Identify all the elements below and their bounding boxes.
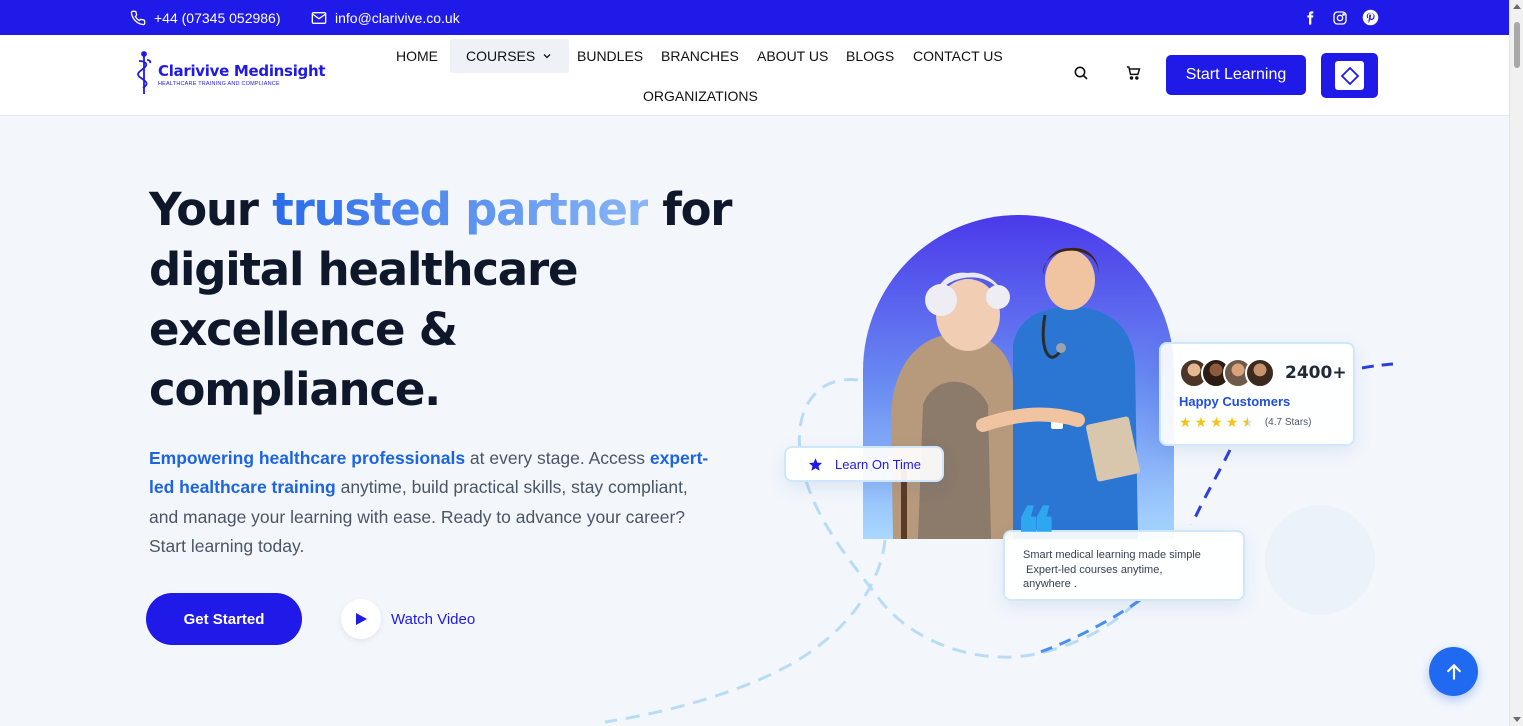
mail-icon <box>311 11 327 24</box>
menu-toggle-button[interactable] <box>1321 53 1378 98</box>
learn-on-time-badge: Learn On Time <box>784 446 944 482</box>
learn-on-time-label: Learn On Time <box>835 456 921 472</box>
nav-about-us[interactable]: ABOUT US <box>757 39 828 73</box>
play-icon <box>356 613 367 625</box>
rating-text: (4.7 Stars) <box>1264 416 1312 428</box>
scroll-up-arrow-icon[interactable] <box>1513 4 1521 9</box>
caduceus-logo-icon <box>137 51 152 94</box>
quote-line-1: Smart medical learning made simple <box>1023 549 1201 561</box>
instagram-icon[interactable] <box>1332 10 1348 26</box>
logo-tagline: HEALTHCARE TRAINING AND COMPLIANCE <box>158 80 280 87</box>
email-contact[interactable]: info@clarivive.co.uk <box>311 0 460 35</box>
diamond-icon <box>1340 66 1359 85</box>
social-links <box>1302 0 1379 35</box>
nav-courses[interactable]: COURSES <box>450 39 570 73</box>
happy-customers-badge: 2400+ Happy Customers ★ ★ ★ ★ ★ (4.7 Sta… <box>1159 342 1355 446</box>
email-address[interactable]: info@clarivive.co.uk <box>335 10 460 26</box>
hero-title: Your trusted partner for digital healthc… <box>149 180 749 420</box>
nav-contact-us[interactable]: CONTACT US <box>913 39 1003 73</box>
nav-bundles[interactable]: BUNDLES <box>577 39 643 73</box>
nav-home[interactable]: HOME <box>396 39 438 73</box>
nav-blogs[interactable]: BLOGS <box>846 39 894 73</box>
hero-title-part-1: Your <box>149 183 273 236</box>
star-icon: ★ <box>1194 414 1208 430</box>
hero-title-highlight: trusted partner <box>272 183 649 236</box>
logo-brand-name: Clarivive Medinsight <box>158 61 326 80</box>
nav-branches[interactable]: BRANCHES <box>661 39 739 73</box>
happy-customers-label: Happy Customers <box>1179 394 1291 409</box>
arrow-up-icon <box>1446 663 1461 680</box>
half-star-icon: ★ <box>1241 414 1254 430</box>
nav-organizations[interactable]: ORGANIZATIONS <box>643 79 758 113</box>
phone-contact[interactable]: +44 (07345 052986) <box>130 0 281 35</box>
site-logo[interactable]: Clarivive Medinsight HEALTHCARE TRAINING… <box>134 51 326 97</box>
hero-description: Empowering healthcare professionals at e… <box>149 444 719 561</box>
facebook-icon[interactable] <box>1302 10 1318 26</box>
pinterest-icon[interactable] <box>1362 9 1379 26</box>
get-started-button[interactable]: Get Started <box>146 593 302 645</box>
phone-number[interactable]: +44 (07345 052986) <box>154 10 281 26</box>
star-icon: ★ <box>1225 414 1239 430</box>
customer-avatars: 2400+ <box>1179 358 1353 388</box>
avatar <box>1245 358 1275 388</box>
hero-desc-text-1: at every stage. Access <box>465 448 650 468</box>
star-icon <box>808 457 823 471</box>
cart-icon <box>1126 66 1141 80</box>
watch-video-label: Watch Video <box>391 610 476 628</box>
customer-count: 2400+ <box>1285 363 1347 383</box>
scroll-to-top-button[interactable] <box>1429 647 1478 696</box>
cart-button[interactable] <box>1125 65 1142 86</box>
chevron-down-icon <box>543 54 551 59</box>
site-header: Clarivive Medinsight HEALTHCARE TRAINING… <box>0 35 1509 116</box>
scrollbar-thumb[interactable] <box>1514 22 1520 68</box>
watch-video-button[interactable]: Watch Video <box>341 599 475 639</box>
quote-line-3: anywhere . <box>1023 578 1077 590</box>
quote-line-2: Expert-led courses anytime, <box>1023 563 1163 576</box>
star-icon: ★ <box>1179 414 1192 430</box>
search-button[interactable] <box>1073 65 1089 86</box>
search-icon <box>1074 66 1088 80</box>
phone-icon <box>130 10 146 25</box>
start-learning-button[interactable]: Start Learning <box>1166 55 1306 95</box>
top-contact-bar: +44 (07345 052986) info@clarivive.co.uk <box>0 0 1509 35</box>
star-icon: ★ <box>1210 414 1223 430</box>
quote-icon: ❝ <box>1016 491 1055 576</box>
scroll-down-arrow-icon[interactable] <box>1513 717 1521 722</box>
nav-courses-label: COURSES <box>466 48 536 64</box>
star-rating: ★ ★ ★ ★ ★ (4.7 Stars) <box>1179 415 1353 429</box>
page-scrollbar[interactable] <box>1509 0 1523 726</box>
hero-desc-highlight-1: Empowering healthcare professionals <box>149 448 466 468</box>
